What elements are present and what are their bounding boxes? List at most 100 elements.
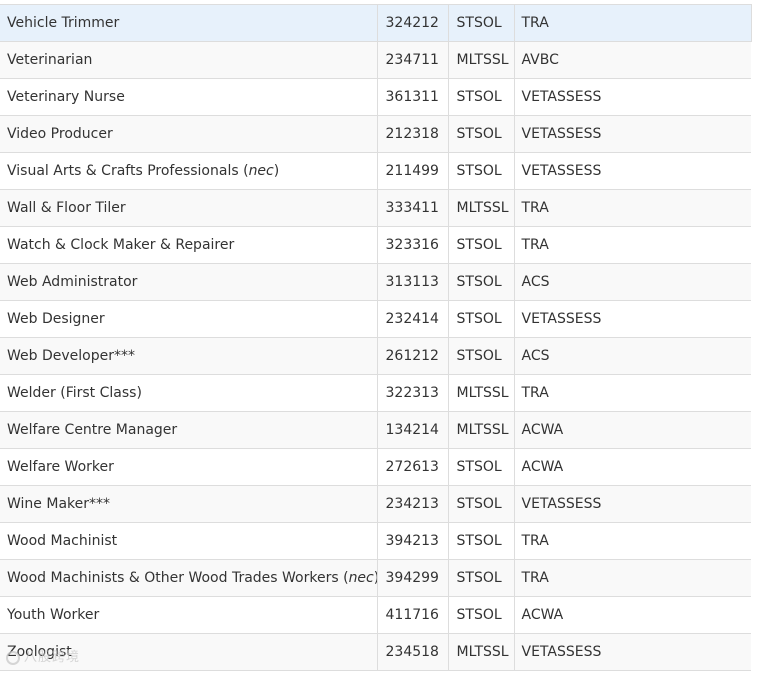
- list-cell: STSOL: [447, 596, 514, 634]
- anzsco-code-cell: 323316: [376, 226, 448, 264]
- occupation-cell: Web Designer: [0, 300, 377, 338]
- list-cell: STSOL: [447, 115, 514, 153]
- occupation-cell: Wood Machinists & Other Wood Trades Work…: [0, 559, 377, 597]
- occupation-name: Watch & Clock Maker & Repairer: [7, 237, 235, 253]
- assessing-authority-cell: TRA: [513, 226, 751, 264]
- table-row: Web Designer 232414 STSOL VETASSESS: [0, 300, 751, 338]
- occupation-name: Welfare Worker: [7, 459, 114, 475]
- assessing-authority-cell: AVBC: [513, 41, 751, 79]
- occupation-table-body: Vehicle Trimmer 324212 STSOL TRA Veterinaria…: [0, 4, 752, 671]
- list-cell: STSOL: [447, 263, 514, 301]
- list-cell: MLTSSL: [447, 189, 514, 227]
- watermark: 八股跨境: [6, 646, 80, 665]
- watermark-text: 八股跨境: [24, 650, 81, 665]
- list-cell: STSOL: [447, 559, 514, 597]
- anzsco-code-cell: 322313: [376, 374, 448, 412]
- list-cell: STSOL: [447, 78, 514, 116]
- watermark-logo-icon: [6, 650, 20, 665]
- occupation-name: Visual Arts & Crafts Professionals (: [7, 163, 249, 179]
- occupation-cell: Wood Machinist: [0, 522, 377, 560]
- list-cell: MLTSSL: [447, 374, 514, 412]
- anzsco-code-cell: 261212: [376, 337, 448, 375]
- occupation-name: Welder (First Class): [7, 385, 142, 401]
- anzsco-code-cell: 333411: [376, 189, 448, 227]
- occupation-cell: Veterinary Nurse: [0, 78, 377, 116]
- list-cell: MLTSSL: [447, 411, 514, 449]
- occupation-name: Video Producer: [7, 126, 113, 142]
- list-cell: STSOL: [447, 4, 514, 42]
- occupation-cell: Web Administrator: [0, 263, 377, 301]
- occupation-name: Wine Maker***: [7, 496, 110, 512]
- table-row: Wood Machinist 394213 STSOL TRA: [0, 522, 751, 560]
- table-row: Veterinarian 234711 MLTSSL AVBC: [0, 41, 751, 79]
- table-row: Visual Arts & Crafts Professionals (nec)…: [0, 152, 751, 190]
- assessing-authority-cell: VETASSESS: [513, 300, 751, 338]
- list-cell: MLTSSL: [447, 633, 514, 671]
- occupation-name: Web Designer: [7, 311, 105, 327]
- table-row: Watch & Clock Maker & Repairer 323316 STSO…: [0, 226, 751, 264]
- anzsco-code-cell: 134214: [376, 411, 448, 449]
- occupation-cell: Web Developer***: [0, 337, 377, 375]
- table-row: Welfare Worker 272613 STSOL ACWA: [0, 448, 751, 486]
- assessing-authority-cell: VETASSESS: [513, 115, 751, 153]
- occupation-cell: Watch & Clock Maker & Repairer: [0, 226, 377, 264]
- list-cell: STSOL: [447, 522, 514, 560]
- table-row: Video Producer 212318 STSOL VETASSESS: [0, 115, 751, 153]
- occupation-table: Vehicle Trimmer 324212 STSOL TRA Veterinaria…: [0, 4, 752, 671]
- table-row: Welfare Centre Manager 134214 MLTSSL ACWA: [0, 411, 751, 449]
- table-row: Web Administrator 313113 STSOL ACS: [0, 263, 751, 301]
- anzsco-code-cell: 232414: [376, 300, 448, 338]
- table-row: Vehicle Trimmer 324212 STSOL TRA: [0, 4, 752, 42]
- list-cell: MLTSSL: [447, 41, 514, 79]
- occupation-name: Vehicle Trimmer: [7, 15, 120, 31]
- assessing-authority-cell: TRA: [513, 4, 752, 42]
- occupation-cell: Welfare Centre Manager: [0, 411, 377, 449]
- list-cell: STSOL: [447, 152, 514, 190]
- table-row: Wood Machinists & Other Wood Trades Work…: [0, 559, 751, 597]
- table-row: Veterinary Nurse 361311 STSOL VETASSESS: [0, 78, 751, 116]
- assessing-authority-cell: ACS: [513, 337, 751, 375]
- assessing-authority-cell: VETASSESS: [513, 485, 751, 523]
- anzsco-code-cell: 361311: [376, 78, 448, 116]
- occupation-name: Veterinary Nurse: [7, 89, 125, 105]
- assessing-authority-cell: ACWA: [513, 411, 751, 449]
- list-cell: STSOL: [447, 226, 514, 264]
- anzsco-code-cell: 411716: [376, 596, 448, 634]
- anzsco-code-cell: 272613: [376, 448, 448, 486]
- list-cell: STSOL: [447, 448, 514, 486]
- anzsco-code-cell: 394213: [376, 522, 448, 560]
- occupation-cell: Visual Arts & Crafts Professionals (nec): [0, 152, 377, 190]
- list-cell: STSOL: [447, 337, 514, 375]
- occupation-name: Web Developer***: [7, 348, 135, 364]
- assessing-authority-cell: TRA: [513, 374, 751, 412]
- assessing-authority-cell: ACS: [513, 263, 751, 301]
- assessing-authority-cell: VETASSESS: [513, 78, 751, 116]
- anzsco-code-cell: 212318: [376, 115, 448, 153]
- table-row: Welder (First Class) 322313 MLTSSL TRA: [0, 374, 751, 412]
- occupation-cell: Wine Maker***: [0, 485, 377, 523]
- list-cell: STSOL: [447, 300, 514, 338]
- table-row: Youth Worker 411716 STSOL ACWA: [0, 596, 751, 634]
- occupation-cell: Welder (First Class): [0, 374, 377, 412]
- nec-close: ): [273, 163, 280, 179]
- occupation-cell: Veterinarian: [0, 41, 377, 79]
- occupation-name: Veterinarian: [7, 52, 93, 68]
- anzsco-code-cell: 324212: [376, 4, 448, 42]
- nec-qualifier: nec: [248, 163, 274, 179]
- occupation-cell: Vehicle Trimmer: [0, 4, 377, 42]
- occupation-name: Welfare Centre Manager: [7, 422, 178, 438]
- table-row: Wall & Floor Tiler 333411 MLTSSL TRA: [0, 189, 751, 227]
- assessing-authority-cell: ACWA: [513, 596, 751, 634]
- assessing-authority-cell: VETASSESS: [513, 152, 751, 190]
- table-row: Zoologist 234518 MLTSSL VETASSESS: [0, 633, 751, 671]
- anzsco-code-cell: 313113: [376, 263, 448, 301]
- occupation-name: Wood Machinists & Other Wood Trades Work…: [7, 570, 349, 586]
- occupation-table-container: Vehicle Trimmer 324212 STSOL TRA Veterinaria…: [0, 4, 752, 671]
- assessing-authority-cell: VETASSESS: [513, 633, 751, 671]
- assessing-authority-cell: TRA: [513, 522, 751, 560]
- occupation-cell: Wall & Floor Tiler: [0, 189, 377, 227]
- occupation-name: Wall & Floor Tiler: [7, 200, 126, 216]
- anzsco-code-cell: 394299: [376, 559, 448, 597]
- table-row: Wine Maker*** 234213 STSOL VETASSESS: [0, 485, 751, 523]
- anzsco-code-cell: 211499: [376, 152, 448, 190]
